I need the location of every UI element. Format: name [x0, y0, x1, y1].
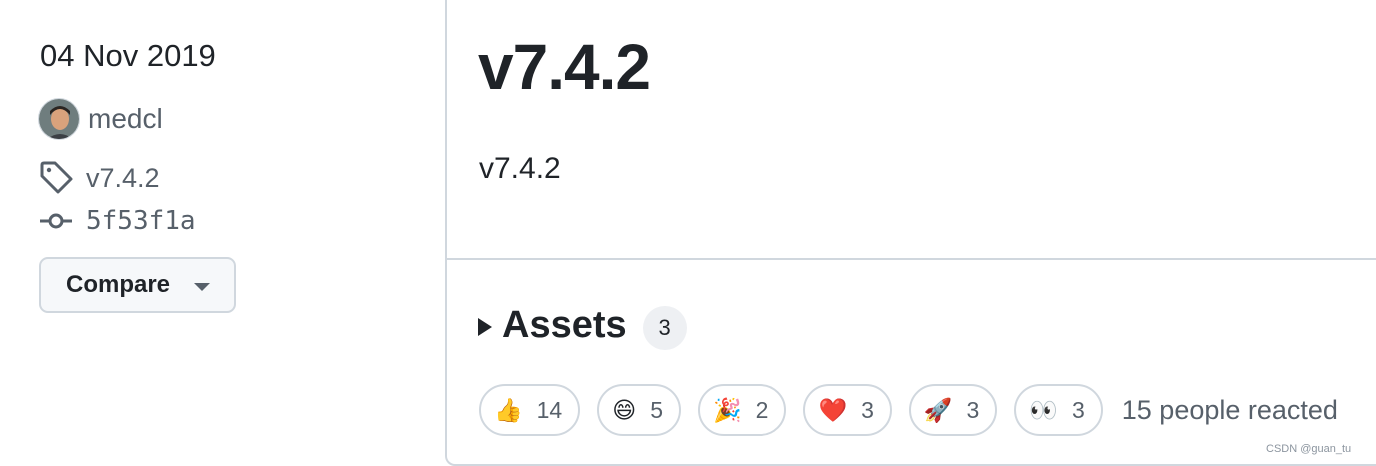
reaction-count: 3	[966, 396, 980, 423]
reaction-count: 2	[755, 396, 769, 423]
reaction-count: 3	[1071, 396, 1085, 423]
release-sidebar: 04 Nov 2019 medcl v7.4.2 5f53f1a Compare	[0, 0, 446, 466]
commit-sha[interactable]: 5f53f1a	[86, 206, 196, 236]
rocket-icon: 🚀	[923, 396, 953, 423]
reactions-bar: 👍 14 😄 5 🎉 2 ❤️ 3 🚀 3 👀 3 15 people reac…	[479, 384, 1338, 436]
chevron-down-icon	[194, 283, 211, 291]
eyes-icon: 👀	[1029, 396, 1058, 423]
author-name[interactable]: medcl	[88, 103, 163, 135]
laugh-icon: 😄	[612, 396, 637, 423]
reaction-count: 3	[861, 396, 874, 423]
assets-toggle[interactable]: Assets 3	[478, 300, 687, 350]
commit-icon	[38, 203, 74, 239]
reaction-laugh[interactable]: 😄 5	[597, 384, 682, 436]
thumbs-up-icon: 👍	[494, 396, 523, 423]
commit-link[interactable]: 5f53f1a	[38, 203, 196, 239]
watermark: CSDN @guan_tu	[1266, 443, 1352, 455]
reaction-thumbs-up[interactable]: 👍 14	[479, 384, 581, 436]
reaction-heart[interactable]: ❤️ 3	[803, 384, 892, 436]
reaction-eyes[interactable]: 👀 3	[1014, 384, 1103, 436]
release-title[interactable]: v7.4.2	[478, 30, 651, 104]
heart-icon: ❤️	[818, 396, 848, 423]
reaction-count: 14	[536, 396, 563, 423]
assets-label: Assets	[502, 303, 627, 346]
release-body: v7.4.2	[479, 152, 561, 185]
hooray-icon: 🎉	[713, 396, 742, 423]
release-date: 04 Nov 2019	[40, 38, 216, 73]
triangle-right-icon	[478, 318, 492, 336]
reaction-count: 5	[650, 396, 664, 423]
divider	[447, 258, 1376, 260]
assets-count-badge: 3	[642, 306, 687, 350]
reaction-hooray[interactable]: 🎉 2	[698, 384, 787, 436]
reaction-rocket[interactable]: 🚀 3	[908, 384, 998, 436]
tag-link[interactable]: v7.4.2	[38, 160, 160, 196]
compare-button[interactable]: Compare	[39, 257, 236, 313]
avatar[interactable]	[38, 98, 80, 140]
tag-icon	[38, 160, 74, 196]
reacted-summary[interactable]: 15 people reacted	[1122, 395, 1338, 426]
tag-label[interactable]: v7.4.2	[86, 163, 160, 194]
author[interactable]: medcl	[38, 98, 163, 140]
compare-label: Compare	[66, 271, 171, 298]
